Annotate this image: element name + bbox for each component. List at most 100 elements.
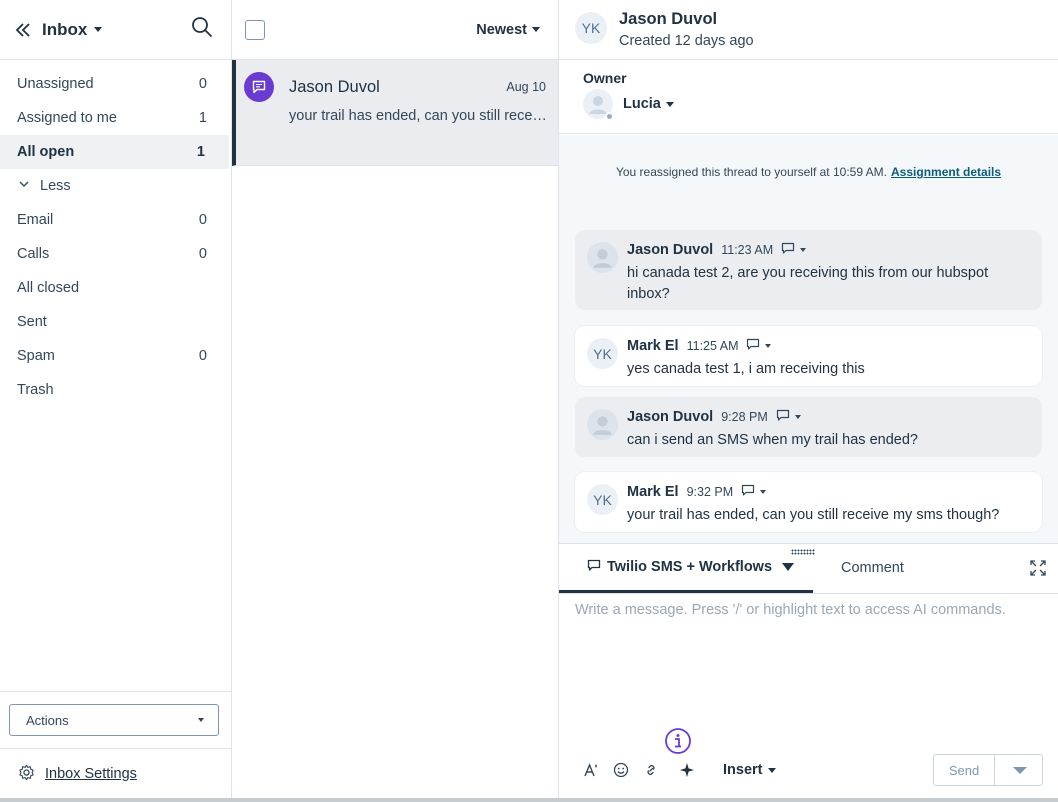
message-author: Jason Duvol — [627, 409, 714, 425]
inbox-settings-link[interactable]: Inbox Settings — [45, 766, 137, 782]
message-header: Mark El 9:32 PM — [627, 484, 767, 500]
sms-channel-icon — [776, 409, 790, 425]
nav-item-count: 0 — [198, 212, 207, 228]
caret-down-icon — [794, 415, 801, 419]
nav-item-email[interactable]: Email 0 — [0, 203, 231, 237]
chevron-up-icon — [18, 178, 30, 194]
thread-list-item[interactable]: Jason Duvol Aug 10 your trail has ended,… — [232, 60, 558, 166]
owner-label: Owner — [583, 70, 627, 86]
caret-down-icon — [765, 344, 772, 348]
sms-channel-icon — [746, 338, 760, 354]
nav-item-assigned-to-me[interactable]: Assigned to me 1 — [0, 101, 231, 135]
nav-item-count: 0 — [198, 348, 207, 364]
message-text: yes canada test 1, i am receiving this — [627, 361, 865, 377]
expand-icon[interactable] — [1030, 560, 1046, 576]
nav-item-unassigned[interactable]: Unassigned 0 — [0, 67, 231, 101]
thread-preview: your trail has ended, can you still rece… — [289, 108, 547, 124]
sort-label: Newest — [476, 21, 527, 38]
nav-item-count: 1 — [196, 144, 205, 160]
nav-item-sent[interactable]: Sent — [0, 305, 231, 339]
sms-channel-icon — [741, 484, 755, 500]
message-author: Mark El — [627, 484, 679, 500]
caret-down-icon — [1013, 766, 1027, 774]
message-input[interactable] — [575, 602, 1045, 732]
caret-down-icon — [532, 27, 540, 32]
ai-sparkle-icon[interactable] — [677, 760, 697, 780]
inbox-sidebar: Inbox Unassigned 0 Assigned to me 1 All … — [0, 0, 232, 802]
send-button-group: Send — [933, 754, 1043, 786]
message-bubble: Jason Duvol 9:28 PM can i send an SMS wh… — [575, 397, 1042, 457]
message-bubble: Jason Duvol 11:23 AM hi canada test 2, a… — [575, 230, 1042, 310]
search-icon[interactable] — [191, 16, 213, 38]
send-button[interactable]: Send — [934, 755, 995, 785]
thread-created: Created 12 days ago — [619, 33, 754, 49]
inbox-switcher[interactable]: Inbox — [42, 19, 103, 40]
nav-item-label: Assigned to me — [17, 110, 117, 126]
nav-item-all-open[interactable]: All open 1 — [0, 135, 229, 169]
nav-item-trash[interactable]: Trash — [0, 373, 231, 407]
actions-dropdown[interactable]: Actions — [9, 704, 219, 736]
message-time: 9:28 PM — [721, 410, 768, 424]
nav-item-count: 0 — [198, 76, 207, 92]
assignment-details-link[interactable]: Assignment details — [891, 165, 1001, 179]
ai-info-icon[interactable] — [664, 727, 692, 755]
nav-item-spam[interactable]: Spam 0 — [0, 339, 231, 373]
message-channel-menu[interactable] — [746, 338, 772, 354]
message-composer: Twilio SMS + Workflows Comment Write a m… — [559, 543, 1058, 802]
inbox-views-nav: Unassigned 0 Assigned to me 1 All open 1… — [0, 60, 231, 407]
text-style-icon[interactable] — [581, 760, 601, 780]
contact-avatar[interactable]: YK — [575, 12, 607, 44]
emoji-icon[interactable] — [611, 760, 631, 780]
caret-down-icon — [760, 490, 767, 494]
contact-name[interactable]: Jason Duvol — [619, 10, 717, 29]
assignment-note: You reassigned this thread to yourself a… — [559, 165, 1058, 179]
send-options-button[interactable] — [995, 755, 1042, 785]
tab-channel-sms[interactable]: Twilio SMS + Workflows — [559, 544, 813, 594]
message-bubble: YK Mark El 9:32 PM your trail has ended,… — [575, 472, 1042, 532]
insert-label: Insert — [723, 762, 763, 778]
nav-item-label: Trash — [17, 382, 54, 398]
tab-comment[interactable]: Comment — [841, 560, 904, 576]
tab-divider — [559, 593, 1058, 594]
message-time: 11:25 AM — [686, 339, 739, 353]
owner-dropdown[interactable]: Lucia — [623, 96, 674, 112]
link-icon[interactable] — [641, 760, 661, 780]
sms-channel-icon — [781, 242, 795, 258]
nav-toggle-less[interactable]: Less — [0, 169, 231, 203]
nav-item-all-closed[interactable]: All closed — [0, 271, 231, 305]
collapse-sidebar-icon[interactable] — [14, 21, 32, 39]
conversation-header: YK Jason Duvol Created 12 days ago — [559, 0, 1058, 60]
message-thread: You reassigned this thread to yourself a… — [559, 135, 1058, 543]
insert-dropdown[interactable]: Insert — [723, 762, 776, 778]
actions-label: Actions — [26, 712, 69, 728]
sidebar-header: Inbox — [0, 0, 231, 60]
contact-avatar — [587, 242, 618, 273]
sidebar-actions-area: Actions — [0, 691, 231, 736]
window-bottom-edge — [0, 798, 1058, 802]
sidebar-settings-area: Inbox Settings — [0, 748, 231, 798]
contact-avatar — [587, 409, 618, 440]
message-channel-menu[interactable] — [776, 409, 801, 425]
thread-date: Aug 10 — [506, 80, 546, 94]
sms-channel-icon — [587, 559, 601, 576]
presence-status-icon — [605, 112, 614, 121]
sort-dropdown[interactable]: Newest — [476, 22, 540, 38]
select-all-checkbox[interactable] — [245, 19, 265, 40]
message-channel-menu[interactable] — [781, 242, 807, 258]
message-channel-menu[interactable] — [741, 484, 767, 500]
inbox-title: Inbox — [42, 19, 88, 39]
nav-item-label: All open — [17, 144, 75, 160]
owner-name: Lucia — [623, 96, 661, 112]
nav-item-calls[interactable]: Calls 0 — [0, 237, 231, 271]
message-header: Jason Duvol 9:28 PM — [627, 409, 801, 425]
thread-list-header: Newest — [232, 0, 558, 60]
caret-down-icon — [94, 27, 103, 32]
gear-icon[interactable] — [18, 764, 35, 784]
sms-channel-icon — [244, 72, 274, 102]
caret-down-icon — [767, 767, 776, 773]
agent-avatar: YK — [587, 484, 618, 515]
nav-item-label: Unassigned — [17, 76, 94, 92]
owner-section: Owner Lucia — [559, 60, 1058, 134]
nav-item-label: Calls — [17, 246, 50, 262]
nav-item-label: Email — [17, 212, 54, 228]
